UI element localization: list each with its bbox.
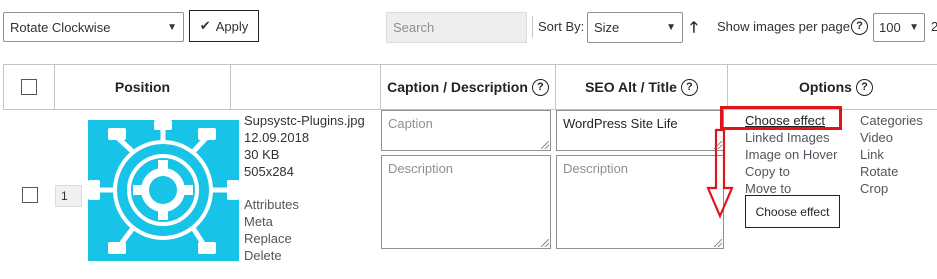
- file-actions: Attributes Meta Replace Delete: [244, 196, 344, 264]
- header-file-info: [231, 65, 381, 109]
- apply-button[interactable]: ✔ Apply: [189, 10, 259, 42]
- resize-grip-icon[interactable]: [541, 239, 549, 247]
- header-options: Options ?: [728, 65, 937, 109]
- categories-link[interactable]: Categories: [860, 112, 935, 129]
- video-link[interactable]: Video: [860, 129, 935, 146]
- position-field[interactable]: 1: [55, 185, 82, 207]
- options-column-2: Categories Video Link Rotate Crop: [860, 112, 935, 197]
- chevron-down-icon: ▼: [167, 21, 177, 33]
- header-seo-label: SEO Alt / Title: [585, 79, 677, 95]
- header-position: Position: [55, 65, 231, 109]
- seo-alt-textarea[interactable]: WordPress Site Life: [556, 110, 724, 151]
- linked-images-link[interactable]: Linked Images: [745, 129, 857, 146]
- help-icon[interactable]: ?: [855, 78, 873, 96]
- meta-link[interactable]: Meta: [244, 213, 344, 230]
- caption-placeholder: Caption: [388, 116, 433, 131]
- description-textarea[interactable]: Description: [381, 155, 551, 249]
- arrow-down-icon: [706, 128, 734, 219]
- select-all-checkbox[interactable]: [21, 79, 37, 95]
- file-name: Supsystc-Plugins.jpg: [244, 113, 365, 128]
- seo-alt-value: WordPress Site Life: [563, 116, 678, 131]
- chevron-down-icon: ▼: [666, 22, 676, 33]
- select-all-cell: [4, 65, 55, 109]
- file-date: 12.09.2018: [244, 130, 310, 145]
- attributes-link[interactable]: Attributes: [244, 196, 344, 213]
- header-options-label: Options: [799, 79, 852, 95]
- help-icon[interactable]: ?: [680, 78, 698, 96]
- header-caption-label: Caption / Description: [387, 79, 528, 95]
- search-input[interactable]: Search: [386, 12, 527, 43]
- help-icon[interactable]: ?: [851, 18, 868, 35]
- file-dimensions: 505x284: [244, 164, 294, 179]
- plugins-illustration-icon: [88, 120, 239, 254]
- table-header: Position Caption / Description ? SEO Alt…: [3, 64, 937, 110]
- delete-link[interactable]: Delete: [244, 247, 344, 264]
- per-page-label: Show images per page: [717, 19, 850, 34]
- bulk-action-value: Rotate Clockwise: [10, 19, 111, 35]
- help-icon[interactable]: ?: [531, 78, 549, 96]
- choose-effect-tooltip: Choose effect: [745, 195, 840, 228]
- chevron-down-icon: ▼: [909, 22, 919, 33]
- caption-textarea[interactable]: Caption: [381, 110, 551, 151]
- replace-link[interactable]: Replace: [244, 230, 344, 247]
- copy-to-link[interactable]: Copy to: [745, 163, 857, 180]
- header-seo: SEO Alt / Title ?: [556, 65, 728, 109]
- crop-link[interactable]: Crop: [860, 180, 935, 197]
- highlight-box: [720, 106, 842, 130]
- seo-title-textarea[interactable]: Description: [556, 155, 724, 249]
- sort-divider: [532, 16, 533, 38]
- apply-label: Apply: [215, 18, 249, 34]
- bulk-action-select[interactable]: Rotate Clockwise ▼: [3, 12, 184, 42]
- sort-by-value: Size: [594, 20, 620, 35]
- image-on-hover-link[interactable]: Image on Hover: [745, 146, 857, 163]
- link-link[interactable]: Link: [860, 146, 935, 163]
- resize-grip-icon[interactable]: [714, 239, 722, 247]
- description-placeholder: Description: [388, 161, 454, 176]
- file-info: Supsystc-Plugins.jpg 12.09.2018 30 KB 50…: [244, 112, 379, 180]
- per-page-value: 100: [879, 20, 901, 35]
- sort-by-select[interactable]: Size ▼: [587, 12, 683, 43]
- seo-title-placeholder: Description: [563, 161, 629, 176]
- checkmark-icon: ✔: [199, 18, 211, 33]
- header-caption: Caption / Description ?: [381, 65, 556, 109]
- per-page-select[interactable]: 100 ▼: [873, 13, 925, 42]
- sort-by-label: Sort By:: [538, 19, 585, 34]
- rotate-link[interactable]: Rotate: [860, 163, 935, 180]
- resize-grip-icon[interactable]: [541, 141, 549, 149]
- page-count: 2: [931, 19, 937, 34]
- image-thumbnail[interactable]: [88, 120, 239, 261]
- row-checkbox[interactable]: [22, 187, 38, 203]
- sort-direction-arrow-icon[interactable]: 🡑: [690, 17, 698, 42]
- tooltip-label: Choose effect: [755, 204, 830, 219]
- header-position-label: Position: [114, 79, 171, 95]
- file-size: 30 KB: [244, 147, 280, 162]
